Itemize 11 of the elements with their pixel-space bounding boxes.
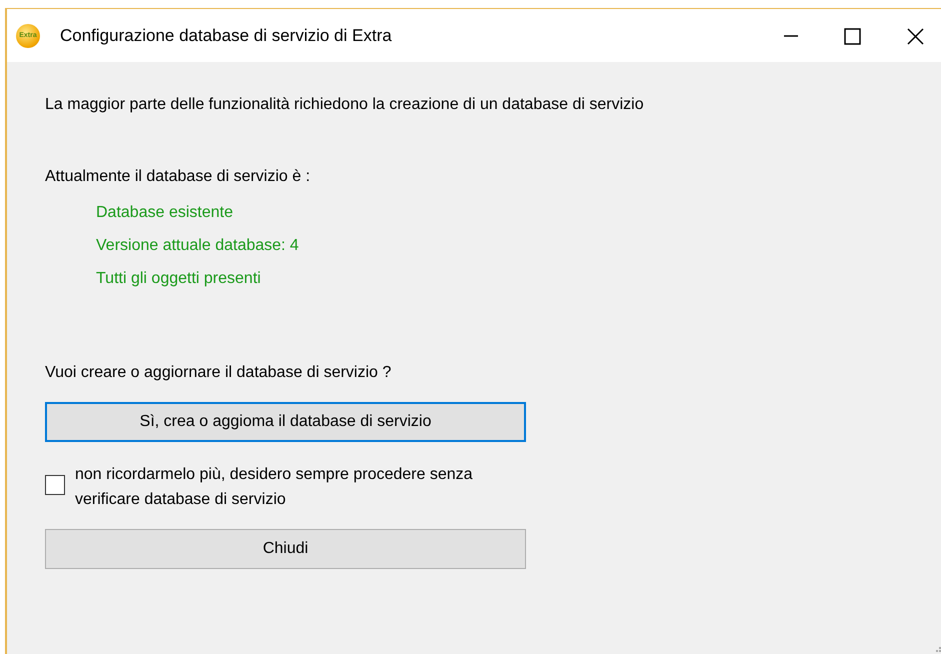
status-label: Attualmente il database di servizio è :	[45, 168, 312, 186]
close-button[interactable]: Chiudi	[45, 529, 526, 569]
status-line: Database esistente	[96, 204, 234, 222]
create-database-button[interactable]: Sì, crea o aggioma il database di servizio	[45, 402, 526, 442]
intro-text: La maggior parte delle funzionalità richiedono la creazione di un database di servizio	[45, 96, 645, 114]
question-text: Vuoi creare o aggiornare il database di servizio ?	[45, 364, 392, 382]
checkbox-label: non ricordarmelo più, desidero sempre procedere senza verificare database di servizio	[75, 465, 474, 510]
window-title: Configurazione database di servizio di Extra	[60, 26, 392, 46]
status-line: Tutti gli oggetti presenti	[96, 270, 262, 288]
status-line: Versione attuale database: 4	[96, 237, 300, 255]
checkbox[interactable]	[45, 475, 65, 495]
